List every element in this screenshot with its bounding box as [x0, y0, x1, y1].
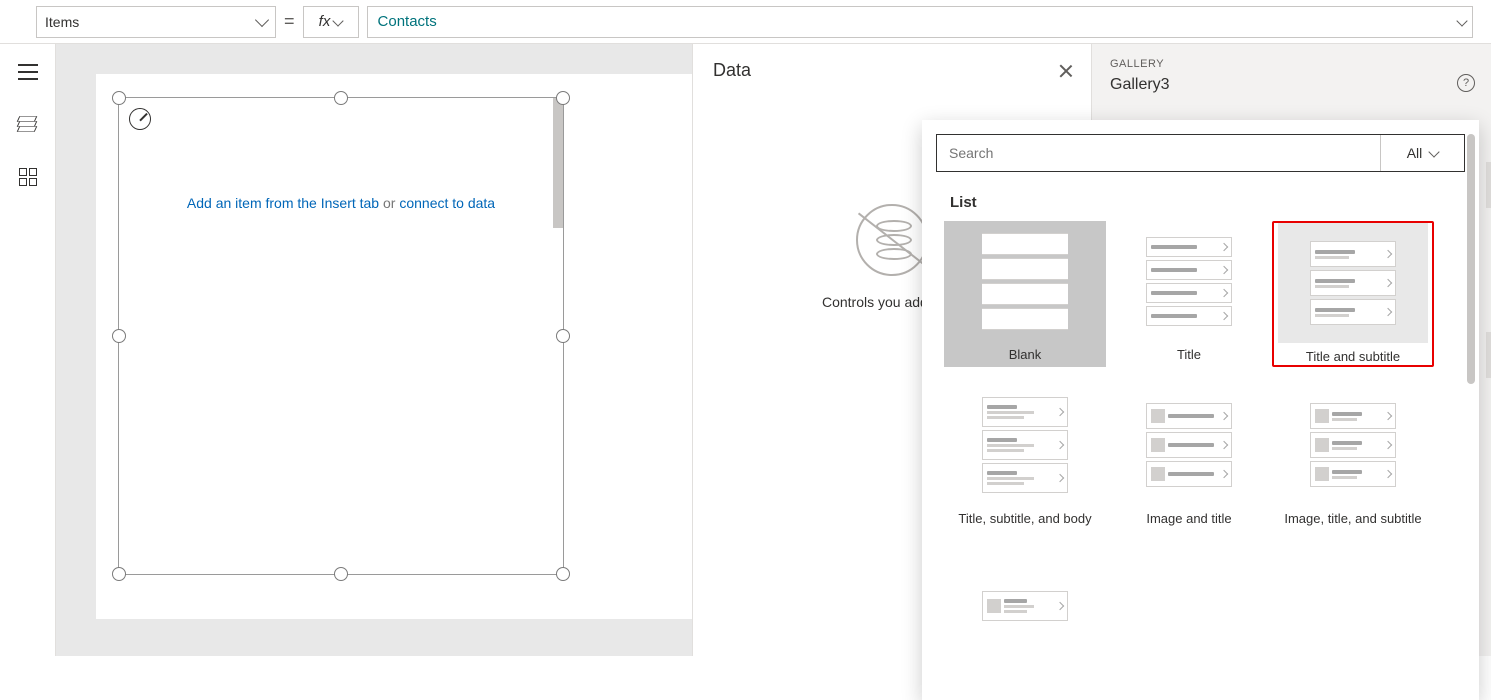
tile-label: Blank [1009, 347, 1042, 363]
formula-input[interactable]: Contacts [367, 6, 1473, 38]
layout-search-row: All [936, 134, 1465, 172]
pane-accent [1486, 162, 1491, 208]
flyout-scrollbar[interactable] [1467, 134, 1475, 384]
layout-tiles: Blank Title [936, 221, 1465, 666]
resize-handle[interactable] [334, 91, 348, 105]
canvas-area: Add an item from the Insert tab or conne… [56, 44, 1491, 656]
tile-label: Image, title, and subtitle [1284, 511, 1421, 527]
layout-tile-image-title[interactable]: Image and title [1108, 385, 1270, 527]
hamburger-icon[interactable] [18, 64, 38, 80]
layout-tile-title-subtitle[interactable]: Title and subtitle [1272, 221, 1434, 367]
layout-tile-image-title-subtitle[interactable]: Image, title, and subtitle [1272, 385, 1434, 527]
layout-flyout: All List Blank [922, 120, 1479, 700]
fx-button[interactable]: fx [303, 6, 359, 38]
equals-label: = [284, 11, 295, 32]
resize-handle[interactable] [556, 567, 570, 581]
layout-tile-blank[interactable]: Blank [944, 221, 1106, 367]
layout-section-title: List [950, 194, 1451, 211]
chevron-down-icon [333, 15, 344, 26]
data-pane-title: Data [713, 60, 751, 81]
tile-label: Title [1177, 347, 1201, 363]
no-data-icon [856, 204, 928, 276]
tile-label: Title and subtitle [1306, 349, 1400, 365]
hint-text-or: or [383, 195, 399, 211]
tile-label: Image and title [1146, 511, 1231, 527]
pencil-icon [135, 114, 145, 124]
properties-category: GALLERY [1110, 58, 1473, 70]
pane-accent [1486, 332, 1491, 378]
resize-handle[interactable] [112, 91, 126, 105]
close-icon[interactable] [1059, 64, 1073, 78]
resize-handle[interactable] [556, 91, 570, 105]
chevron-down-icon [1456, 15, 1467, 26]
formula-bar: Items = fx Contacts [0, 0, 1491, 44]
edit-pencil-button[interactable] [129, 108, 151, 130]
tree-view-icon[interactable] [18, 114, 38, 134]
formula-value: Contacts [378, 13, 437, 30]
layout-tile-title[interactable]: Title [1108, 221, 1270, 367]
help-icon[interactable]: ? [1457, 74, 1475, 92]
layout-filter-dropdown[interactable]: All [1380, 135, 1464, 171]
gallery-hint: Add an item from the Insert tab or conne… [119, 195, 563, 211]
resize-handle[interactable] [334, 567, 348, 581]
layout-tile-title-subtitle-body[interactable]: Title, subtitle, and body [944, 385, 1106, 527]
property-select-label: Items [45, 14, 79, 30]
components-icon[interactable] [19, 168, 37, 186]
left-rail [0, 44, 56, 656]
tile-label: Title, subtitle, and body [958, 511, 1091, 527]
control-name[interactable]: Gallery3 [1110, 76, 1473, 94]
property-select[interactable]: Items [36, 6, 276, 38]
layout-search-input[interactable] [937, 135, 1380, 171]
layout-tile-extra[interactable] [944, 546, 1106, 666]
resize-handle[interactable] [112, 329, 126, 343]
hint-text-pre: Add an item from the Insert tab [187, 195, 383, 211]
fx-label: fx [319, 13, 331, 30]
connect-to-data-link[interactable]: connect to data [399, 195, 495, 211]
resize-handle[interactable] [112, 567, 126, 581]
chevron-down-icon [1429, 146, 1440, 157]
layout-filter-label: All [1407, 145, 1423, 161]
gallery-selection[interactable]: Add an item from the Insert tab or conne… [118, 97, 564, 575]
resize-handle[interactable] [556, 329, 570, 343]
chevron-down-icon [255, 13, 269, 27]
